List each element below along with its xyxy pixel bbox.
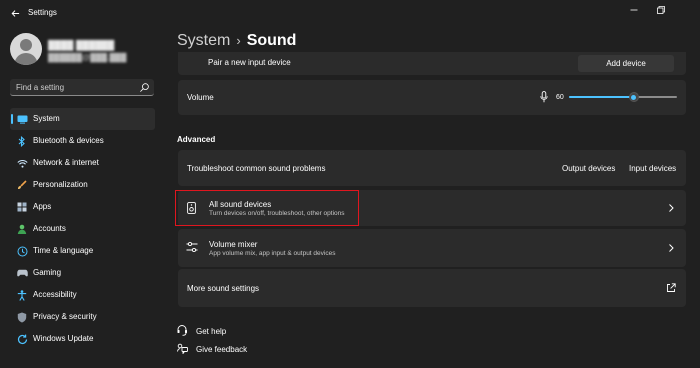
sidebar-item-bluetooth[interactable]: Bluetooth & devices (10, 130, 155, 152)
minimize-button[interactable] (624, 3, 644, 17)
search-icon (140, 83, 149, 92)
back-button[interactable] (6, 4, 24, 22)
accessibility-icon (16, 289, 28, 301)
troubleshoot-card: Troubleshoot common sound problems Outpu… (178, 150, 686, 186)
give-feedback-link[interactable]: Give feedback (196, 345, 247, 354)
update-icon (16, 333, 28, 345)
sidebar-nav: System Bluetooth & devices Network & int… (10, 108, 155, 350)
get-help-link[interactable]: Get help (196, 327, 226, 336)
sidebar-item-label: Accounts (33, 224, 66, 233)
shield-icon (16, 311, 28, 323)
sidebar-item-label: Network & internet (33, 158, 99, 167)
section-heading-advanced: Advanced (177, 135, 216, 144)
sidebar-item-label: Personalization (33, 180, 88, 189)
pair-input-device-card: Pair a new input device Add device (178, 52, 686, 75)
volume-mixer-title: Volume mixer (209, 240, 258, 249)
wifi-icon (16, 157, 28, 169)
troubleshoot-label: Troubleshoot common sound problems (187, 164, 326, 173)
active-indicator (11, 114, 13, 124)
search-placeholder: Find a setting (16, 83, 65, 92)
more-sound-settings-label: More sound settings (187, 284, 260, 293)
chevron-right-icon (669, 204, 674, 212)
sidebar-item-accounts[interactable]: Accounts (10, 218, 155, 240)
gamepad-icon (16, 267, 28, 279)
volume-mixer-subtitle: App volume mix, app input & output devic… (209, 250, 336, 257)
external-link-icon (667, 283, 676, 292)
more-sound-settings-card[interactable]: More sound settings (178, 269, 686, 307)
person-icon (16, 223, 28, 235)
settings-window: Settings ████ ██████ ██████@███.███ Find… (0, 0, 700, 368)
add-device-button[interactable]: Add device (578, 55, 674, 72)
chevron-right-icon (669, 244, 674, 252)
help-icon (177, 325, 187, 336)
feedback-icon (177, 343, 188, 354)
search-input[interactable]: Find a setting (10, 79, 154, 96)
output-devices-link[interactable]: Output devices (562, 164, 615, 173)
title-bar: Settings (0, 0, 700, 26)
sidebar-item-label: Time & language (33, 246, 94, 255)
breadcrumb-parent[interactable]: System (177, 32, 230, 49)
sidebar-item-personalization[interactable]: Personalization (10, 174, 155, 196)
restore-icon (657, 6, 665, 14)
volume-mixer-card[interactable]: Volume mixer App volume mix, app input &… (178, 229, 686, 267)
mixer-sliders-icon (186, 241, 198, 253)
sidebar-item-label: Gaming (33, 268, 62, 277)
paintbrush-icon (16, 179, 28, 191)
sidebar-item-label: Windows Update (33, 334, 94, 343)
volume-label: Volume (187, 93, 214, 102)
input-devices-link[interactable]: Input devices (629, 164, 676, 173)
sidebar-item-label: Apps (33, 202, 52, 211)
volume-slider-thumb[interactable] (628, 92, 639, 102)
app-title: Settings (28, 8, 57, 17)
minimize-icon (630, 9, 638, 11)
page-title: Sound (246, 32, 297, 49)
profile-name: ████ ██████ (48, 40, 115, 50)
globe-clock-icon (16, 245, 28, 257)
avatar[interactable] (10, 33, 42, 65)
breadcrumb-separator: › (236, 33, 241, 48)
pair-input-label: Pair a new input device (208, 58, 291, 67)
maximize-button[interactable] (651, 3, 671, 17)
profile-email: ██████@███.███ (48, 53, 127, 62)
person-silhouette-icon (14, 39, 38, 65)
sidebar-item-apps[interactable]: Apps (10, 196, 155, 218)
sidebar-item-label: Bluetooth & devices (33, 136, 104, 145)
sidebar-item-label: Accessibility (33, 290, 77, 299)
breadcrumb: System › Sound (177, 32, 296, 50)
microphone-icon[interactable] (540, 91, 548, 103)
monitor-icon (16, 113, 28, 125)
volume-slider[interactable] (569, 92, 677, 102)
apps-icon (16, 201, 28, 213)
volume-slider-fill (569, 96, 634, 98)
arrow-left-icon (11, 9, 19, 17)
sidebar-item-windows-update[interactable]: Windows Update (10, 328, 155, 350)
volume-value: 60 (556, 94, 564, 101)
highlight-box (175, 190, 359, 226)
sidebar-item-network[interactable]: Network & internet (10, 152, 155, 174)
sidebar-item-time-language[interactable]: Time & language (10, 240, 155, 262)
sidebar-item-privacy[interactable]: Privacy & security (10, 306, 155, 328)
sidebar-item-gaming[interactable]: Gaming (10, 262, 155, 284)
sidebar-item-label: Privacy & security (33, 312, 97, 321)
sidebar-item-system[interactable]: System (10, 108, 155, 130)
sidebar-item-accessibility[interactable]: Accessibility (10, 284, 155, 306)
bluetooth-icon (16, 135, 28, 147)
sidebar-item-label: System (33, 114, 60, 123)
